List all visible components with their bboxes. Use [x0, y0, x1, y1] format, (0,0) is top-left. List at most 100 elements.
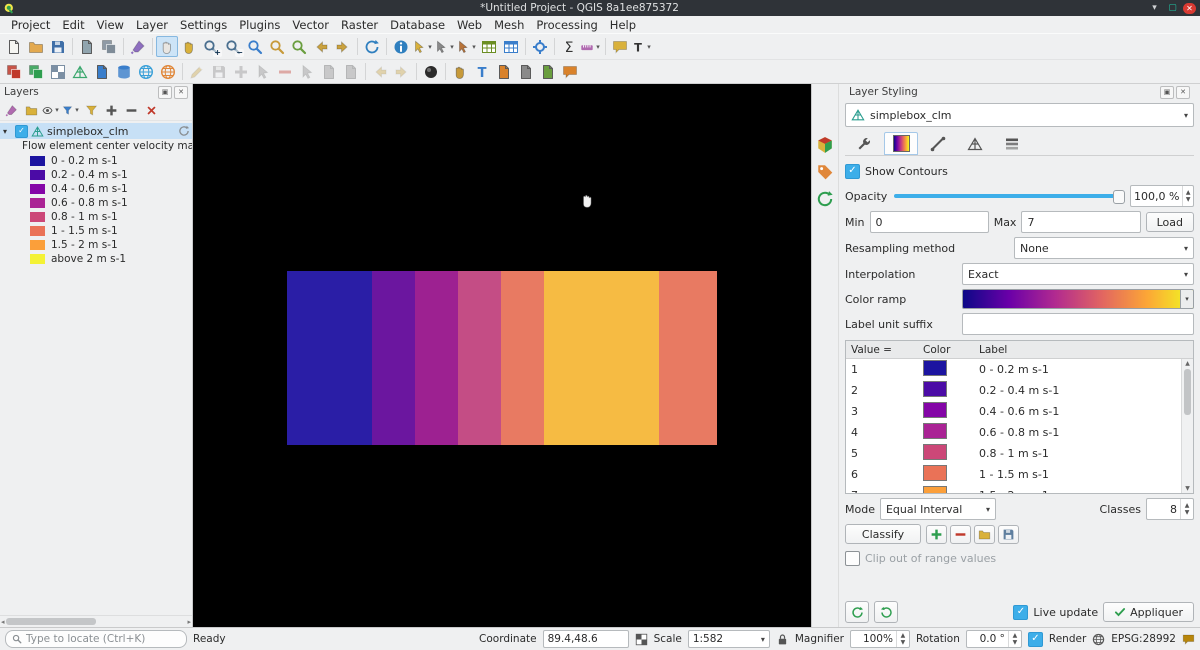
messages-icon[interactable]: [1182, 633, 1195, 646]
legend-item[interactable]: above 2 m s-1: [0, 252, 192, 266]
toggle-editing-icon[interactable]: [186, 61, 208, 82]
value-column-header[interactable]: Value =: [846, 344, 918, 356]
copy-features-icon[interactable]: [318, 61, 340, 82]
delete-selected-icon[interactable]: [274, 61, 296, 82]
add-group-icon[interactable]: [22, 102, 41, 119]
layer-visibility-checkbox[interactable]: [15, 125, 28, 138]
legend-item[interactable]: 0 - 0.2 m s-1: [0, 154, 192, 168]
restore-button[interactable]: ▢: [1165, 2, 1180, 14]
tab-mesh-frame[interactable]: [958, 132, 992, 155]
show-contours-checkbox[interactable]: [845, 164, 860, 179]
zoom-full-icon[interactable]: [244, 36, 266, 57]
mode-combo[interactable]: Equal Interval▾: [880, 498, 996, 520]
spin-arrows-icon[interactable]: ▲▼: [896, 631, 909, 647]
layers-horizontal-scrollbar[interactable]: ◂▸: [0, 615, 192, 627]
style-manager-icon[interactable]: [127, 36, 149, 57]
scroll-up-icon[interactable]: ▲: [1185, 360, 1190, 367]
undo-style-icon[interactable]: [845, 601, 869, 623]
contour-table-row[interactable]: 30.4 - 0.6 m s-1: [846, 401, 1181, 422]
zoom-to-layer-icon[interactable]: [288, 36, 310, 57]
select-by-expression-icon[interactable]: ▾: [456, 36, 478, 57]
menu-mesh[interactable]: Mesh: [488, 18, 530, 32]
svg-annotation-icon[interactable]: [537, 61, 559, 82]
tab-general-settings[interactable]: [847, 132, 881, 155]
scroll-down-icon[interactable]: ▼: [1185, 485, 1190, 492]
color-cell[interactable]: [918, 402, 974, 421]
crs-value[interactable]: EPSG:28992: [1111, 633, 1176, 645]
expand-all-icon[interactable]: [102, 102, 121, 119]
history-icon[interactable]: [816, 190, 834, 208]
layer-indicator-icon[interactable]: [178, 125, 190, 137]
export-color-map-icon[interactable]: [998, 525, 1019, 544]
spin-arrows-icon[interactable]: ▲▼: [1180, 499, 1193, 519]
map-canvas[interactable]: [193, 84, 811, 627]
color-column-header[interactable]: Color: [918, 344, 974, 356]
contour-table-row[interactable]: 61 - 1.5 m s-1: [846, 464, 1181, 485]
layer-tree-item[interactable]: ▾ simplebox_clm: [0, 123, 192, 139]
close-button[interactable]: ✕: [1183, 3, 1196, 14]
legend-item[interactable]: 1 - 1.5 m s-1: [0, 224, 192, 238]
filter-by-expression-icon[interactable]: [82, 102, 101, 119]
remove-class-icon[interactable]: [950, 525, 971, 544]
apply-button[interactable]: Appliquer: [1103, 602, 1194, 622]
field-calculator-icon[interactable]: [500, 36, 522, 57]
contour-table-row[interactable]: 40.6 - 0.8 m s-1: [846, 422, 1181, 443]
layer-selector-combo[interactable]: simplebox_clm ▾: [845, 103, 1194, 127]
undock-panel-icon[interactable]: ▣: [1160, 86, 1174, 99]
refresh-map-icon[interactable]: [361, 36, 383, 57]
dropdown-arrow-icon[interactable]: ▾: [470, 43, 478, 51]
vertex-tool-icon[interactable]: [252, 61, 274, 82]
opacity-spinbox[interactable]: 100,0 %▲▼: [1130, 185, 1194, 207]
interpolation-combo[interactable]: Exact▾: [962, 263, 1194, 285]
html-annotation-icon[interactable]: [515, 61, 537, 82]
measure-icon[interactable]: ▾: [580, 36, 602, 57]
minimize-button[interactable]: ▾: [1147, 2, 1162, 14]
save-project-icon[interactable]: [47, 36, 69, 57]
menu-view[interactable]: View: [91, 18, 130, 32]
add-raster-layer-icon[interactable]: [47, 61, 69, 82]
rotation-spinbox[interactable]: 0.0 °▲▼: [966, 630, 1022, 648]
add-xyz-layer-icon[interactable]: [157, 61, 179, 82]
contour-table-row[interactable]: 20.2 - 0.4 m s-1: [846, 380, 1181, 401]
new-project-icon[interactable]: [3, 36, 25, 57]
spin-arrows-icon[interactable]: ▲▼: [1008, 631, 1021, 647]
add-mesh-layer-icon[interactable]: [69, 61, 91, 82]
tab-stacked-averaging[interactable]: [995, 132, 1029, 155]
chevron-down-icon[interactable]: ▾: [1180, 290, 1193, 308]
color-cell[interactable]: [918, 486, 974, 494]
menu-layer[interactable]: Layer: [130, 18, 174, 32]
legend-item[interactable]: 0.2 - 0.4 m s-1: [0, 168, 192, 182]
zoom-in-icon[interactable]: +: [200, 36, 222, 57]
menu-raster[interactable]: Raster: [335, 18, 384, 32]
paste-features-icon[interactable]: [340, 61, 362, 82]
label-unit-suffix-input[interactable]: [962, 313, 1194, 335]
coordinate-input[interactable]: 89.4,48.6: [543, 630, 629, 648]
zoom-next-icon[interactable]: [332, 36, 354, 57]
menu-project[interactable]: Project: [5, 18, 56, 32]
contour-table-row[interactable]: 50.8 - 1 m s-1: [846, 443, 1181, 464]
expander-icon[interactable]: ▾: [3, 127, 12, 136]
add-wms-layer-icon[interactable]: [135, 61, 157, 82]
text-annotation-item-icon[interactable]: [471, 61, 493, 82]
legend-item[interactable]: 0.8 - 1 m s-1: [0, 210, 192, 224]
color-cell[interactable]: [918, 360, 974, 379]
pan-map-icon[interactable]: [156, 36, 178, 57]
contour-table-row[interactable]: 10 - 0.2 m s-1: [846, 359, 1181, 380]
live-update-checkbox[interactable]: [1013, 605, 1028, 620]
lock-scale-icon[interactable]: [776, 633, 789, 646]
undo-icon[interactable]: [369, 61, 391, 82]
label-column-header[interactable]: Label: [974, 344, 1182, 356]
open-attribute-table-icon[interactable]: [478, 36, 500, 57]
cut-features-icon[interactable]: [296, 61, 318, 82]
clip-out-of-range-checkbox[interactable]: [845, 551, 860, 566]
zoom-out-icon[interactable]: −: [222, 36, 244, 57]
dropdown-arrow-icon[interactable]: ▾: [53, 106, 61, 114]
classify-button[interactable]: Classify: [845, 524, 921, 544]
add-class-icon[interactable]: [926, 525, 947, 544]
dropdown-arrow-icon[interactable]: ▾: [426, 43, 434, 51]
remove-layer-icon[interactable]: [142, 102, 161, 119]
min-input[interactable]: 0: [870, 211, 989, 233]
redo-icon[interactable]: [391, 61, 413, 82]
open-project-icon[interactable]: [25, 36, 47, 57]
locate-search-input[interactable]: Type to locate (Ctrl+K): [5, 630, 187, 648]
